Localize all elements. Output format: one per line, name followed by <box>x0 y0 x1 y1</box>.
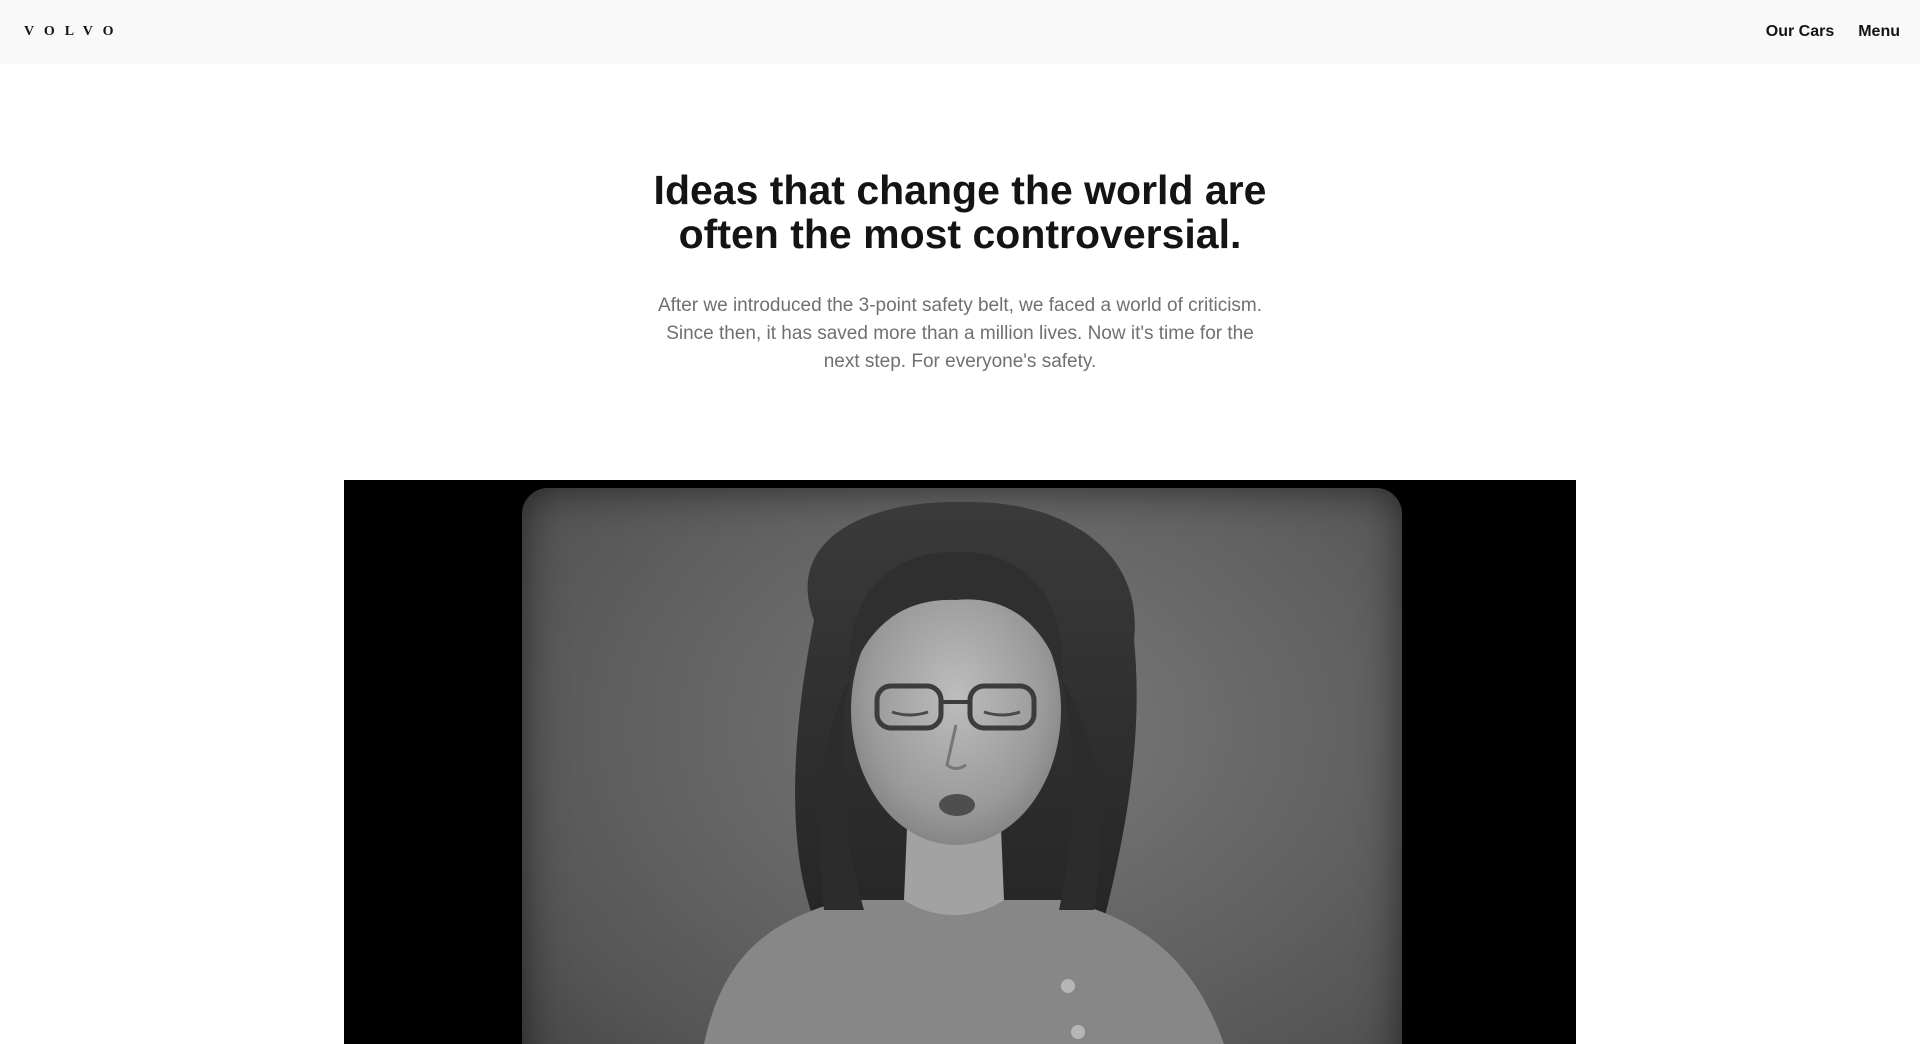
volvo-logo[interactable]: VOLVO <box>24 22 124 42</box>
hero-section: Ideas that change the world are often th… <box>0 168 1920 376</box>
hero-description: After we introduced the 3-point safety b… <box>657 295 1263 372</box>
hero-title: Ideas that change the world are often th… <box>653 167 1267 257</box>
menu-button[interactable]: Menu <box>1858 21 1900 43</box>
video-player[interactable] <box>344 480 1576 1044</box>
our-cars-link[interactable]: Our Cars <box>1766 21 1834 43</box>
woman-portrait-image <box>704 501 1224 1044</box>
top-navigation-bar: VOLVO Our Cars Menu <box>0 0 1920 64</box>
main-nav: Our Cars Menu <box>1766 21 1900 43</box>
